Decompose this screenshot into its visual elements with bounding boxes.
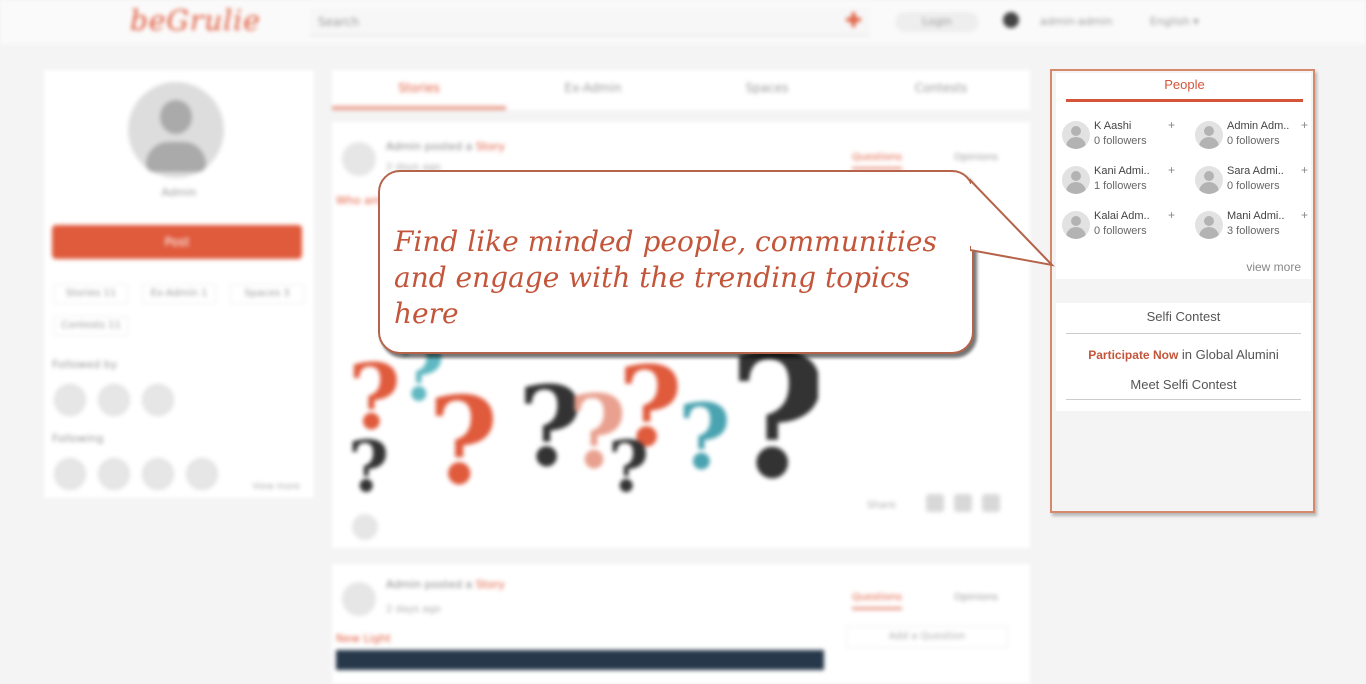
post-author: Admin posted a Story: [386, 578, 505, 591]
following-avatar[interactable]: [186, 458, 218, 490]
contest-title: Selfi Contest: [1066, 309, 1301, 334]
following-label: Following: [52, 432, 104, 445]
follower-avatar[interactable]: [98, 384, 130, 416]
search-placeholder: Search: [318, 15, 360, 29]
person-avatar[interactable]: [1195, 166, 1223, 194]
user-menu[interactable]: admin·admin: [1040, 12, 1112, 32]
user-avatar-icon[interactable]: [1003, 12, 1019, 28]
profile-name: Admin: [161, 186, 197, 199]
followed-by-label: Followed by: [52, 358, 118, 371]
tab-spaces[interactable]: Spaces: [680, 70, 854, 106]
post-author: Admin posted a Story: [386, 140, 505, 153]
callout-text: Find like minded people, communities and…: [394, 225, 937, 330]
post-author-avatar[interactable]: [342, 142, 376, 176]
feed-post: Admin posted a Story 2 days ago Question…: [332, 564, 1030, 684]
person-card[interactable]: Mani Admi.. 3 followers +: [1195, 208, 1315, 243]
view-more-link[interactable]: view more: [1246, 260, 1301, 274]
people-title: People: [1066, 77, 1303, 102]
person-name[interactable]: Sara Admi..: [1227, 165, 1284, 177]
person-name[interactable]: Mani Admi..: [1227, 210, 1284, 222]
tab-contests[interactable]: Contests: [854, 70, 1028, 106]
person-name[interactable]: Kani Admi..: [1094, 165, 1150, 177]
follow-plus-icon[interactable]: +: [1301, 163, 1308, 177]
follow-plus-icon[interactable]: +: [1301, 118, 1308, 132]
post-time: 2 days ago: [386, 604, 441, 615]
people-widget: People K Aashi 0 followers + Admin Adm..…: [1056, 73, 1311, 279]
follow-plus-icon[interactable]: +: [1301, 208, 1308, 222]
login-button[interactable]: Login: [895, 12, 979, 32]
post-button[interactable]: Post: [52, 225, 302, 259]
person-followers: 0 followers: [1227, 180, 1280, 192]
add-icon[interactable]: ✚: [845, 6, 862, 34]
participate-now-link[interactable]: Participate Now: [1088, 348, 1178, 362]
post-image[interactable]: [336, 650, 824, 670]
tour-callout: Find like minded people, communities and…: [378, 170, 974, 354]
person-name[interactable]: Admin Adm..: [1227, 120, 1289, 132]
profile-view-more-link[interactable]: View more: [252, 482, 300, 492]
search-input[interactable]: Search ✚: [310, 8, 870, 36]
facebook-icon[interactable]: [926, 494, 944, 512]
person-followers: 0 followers: [1094, 225, 1147, 237]
stat-chip[interactable]: Spaces 3: [230, 284, 304, 304]
feed-tabs: Stories Ex-Admin Spaces Contests: [332, 70, 1030, 110]
follower-avatar[interactable]: [54, 384, 86, 416]
post-author-avatar[interactable]: [342, 582, 376, 616]
person-name[interactable]: Kalai Adm..: [1094, 210, 1150, 222]
person-card[interactable]: Admin Adm.. 0 followers +: [1195, 118, 1315, 153]
stat-chip[interactable]: Stories 11: [54, 284, 128, 304]
person-card[interactable]: Kalai Adm.. 0 followers +: [1062, 208, 1182, 243]
contest-name[interactable]: Meet Selfi Contest: [1066, 377, 1301, 400]
following-avatar[interactable]: [98, 458, 130, 490]
person-followers: 0 followers: [1227, 135, 1280, 147]
top-navbar: beGrulie Search ✚ Login admin·admin Engl…: [0, 0, 1366, 44]
person-avatar[interactable]: [1062, 166, 1090, 194]
person-followers: 3 followers: [1227, 225, 1280, 237]
language-selector[interactable]: English ▾: [1150, 12, 1199, 32]
share-icon[interactable]: [982, 494, 1000, 512]
person-card[interactable]: Sara Admi.. 0 followers +: [1195, 163, 1315, 198]
comment-avatar[interactable]: [352, 514, 378, 540]
callout-pointer: [970, 178, 1055, 267]
tab-stories[interactable]: Stories: [332, 70, 506, 110]
person-name[interactable]: K Aashi: [1094, 120, 1131, 132]
person-followers: 1 followers: [1094, 180, 1147, 192]
tab-ex-admin[interactable]: Ex-Admin: [506, 70, 680, 106]
stat-chip[interactable]: Contests 11: [54, 316, 128, 336]
follow-plus-icon[interactable]: +: [1168, 163, 1175, 177]
profile-avatar: [128, 82, 224, 178]
follower-avatar[interactable]: [142, 384, 174, 416]
person-followers: 0 followers: [1094, 135, 1147, 147]
share-label: Share: [867, 500, 896, 511]
person-avatar[interactable]: [1195, 211, 1223, 239]
highlighted-right-panel: People K Aashi 0 followers + Admin Adm..…: [1050, 69, 1315, 513]
contest-widget: Selfi Contest Participate Now in Global …: [1056, 303, 1311, 411]
stat-chip[interactable]: Ex-Admin 1: [142, 284, 216, 304]
twitter-icon[interactable]: [954, 494, 972, 512]
follow-plus-icon[interactable]: +: [1168, 208, 1175, 222]
opinions-tab[interactable]: Opinions: [954, 592, 998, 603]
following-avatar[interactable]: [54, 458, 86, 490]
following-avatar[interactable]: [142, 458, 174, 490]
person-avatar[interactable]: [1062, 211, 1090, 239]
follow-plus-icon[interactable]: +: [1168, 118, 1175, 132]
person-avatar[interactable]: [1062, 121, 1090, 149]
profile-card: Admin Post Stories 11 Ex-Admin 1 Spaces …: [44, 70, 314, 498]
post-question[interactable]: New Light: [336, 632, 391, 645]
person-card[interactable]: Kani Admi.. 1 followers +: [1062, 163, 1182, 198]
add-question-field[interactable]: Add a Question: [846, 626, 1008, 648]
person-card[interactable]: K Aashi 0 followers +: [1062, 118, 1182, 153]
opinions-tab[interactable]: Opinions: [954, 152, 998, 163]
app-logo[interactable]: beGrulie: [130, 4, 261, 37]
questions-tab[interactable]: Questions: [852, 592, 902, 610]
contest-participate-line: Participate Now in Global Alumini: [1088, 347, 1279, 362]
questions-tab[interactable]: Questions: [852, 152, 902, 170]
person-avatar[interactable]: [1195, 121, 1223, 149]
